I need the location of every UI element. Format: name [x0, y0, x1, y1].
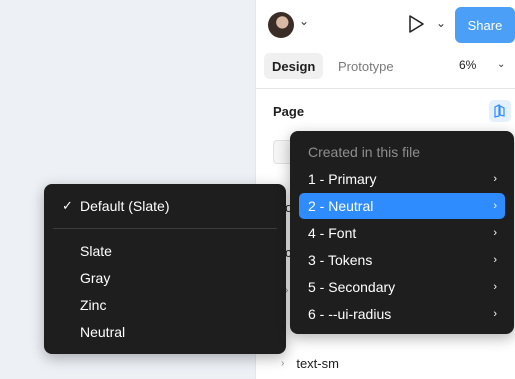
menu-item-secondary[interactable]: 5 - Secondary › [299, 274, 505, 300]
mode-menu: ✓ Default (Slate) Slate Gray Zinc Neutra… [44, 184, 286, 354]
chevron-down-icon[interactable]: ⌄ [497, 59, 505, 70]
chevron-right-icon[interactable]: › [281, 358, 284, 369]
section-title: Page [273, 104, 305, 119]
collection-menu: Created in this file 1 - Primary › 2 - N… [290, 131, 514, 334]
menu-item-slate[interactable]: Slate [53, 238, 277, 264]
chevron-right-icon: › [493, 173, 497, 185]
chevron-right-icon: › [493, 308, 497, 320]
menu-item-label: Slate [80, 243, 112, 259]
chevron-down-icon[interactable]: ⌄ [299, 14, 309, 28]
tab-design[interactable]: Design [264, 53, 324, 79]
chevron-down-icon[interactable]: ⌄ [436, 16, 446, 30]
menu-header: Created in this file [308, 144, 421, 160]
menu-item-primary[interactable]: 1 - Primary › [299, 166, 505, 192]
chevron-right-icon: › [493, 254, 497, 266]
layer-label: text-sm [296, 355, 339, 371]
menu-item-neutral-highlighted[interactable]: 2 - Neutral › [299, 193, 505, 219]
play-icon[interactable] [406, 14, 426, 34]
menu-item-label: 2 - Neutral [308, 198, 374, 214]
chevron-right-icon: › [493, 281, 497, 293]
menu-item-label: Gray [80, 270, 111, 286]
menu-item-tokens[interactable]: 3 - Tokens › [299, 247, 505, 273]
menu-item-neutral[interactable]: Neutral [53, 319, 277, 345]
user-avatar[interactable] [268, 12, 294, 38]
layer-row[interactable]: › text-sm [281, 354, 339, 372]
check-icon: ✓ [62, 198, 73, 213]
menu-item-label: 1 - Primary [308, 171, 377, 187]
menu-item-gray[interactable]: Gray [53, 265, 277, 291]
share-button[interactable]: Share [455, 7, 515, 43]
tab-prototype[interactable]: Prototype [330, 53, 402, 79]
menu-item-label: 4 - Font [308, 225, 357, 241]
chevron-right-icon: › [493, 200, 497, 212]
menu-item-default[interactable]: ✓ Default (Slate) [53, 193, 277, 219]
library-icon[interactable] [489, 100, 511, 122]
menu-item-label: Neutral [80, 324, 126, 340]
menu-item-label: 3 - Tokens [308, 252, 373, 268]
menu-item-label: 5 - Secondary [308, 279, 396, 295]
menu-item-ui-radius[interactable]: 6 - --ui-radius › [299, 301, 505, 327]
menu-item-zinc[interactable]: Zinc [53, 292, 277, 318]
menu-item-label: Zinc [80, 297, 107, 313]
menu-item-label: Default (Slate) [80, 198, 170, 214]
zoom-level[interactable]: 6% [459, 58, 476, 72]
divider [256, 88, 515, 89]
menu-divider [53, 228, 277, 229]
menu-item-label: 6 - --ui-radius [308, 306, 392, 322]
menu-item-font[interactable]: 4 - Font › [299, 220, 505, 246]
chevron-right-icon: › [493, 227, 497, 239]
